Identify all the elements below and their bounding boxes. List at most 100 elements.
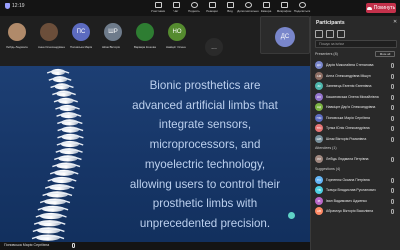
mic-icon (391, 157, 394, 162)
participant-name: Ткачук Владислав Русланович (326, 188, 376, 192)
mic-icon (391, 94, 394, 100)
vertebra (60, 140, 80, 148)
vertebra (59, 104, 76, 112)
participant-name: Дарія Миколаївна Степанова (326, 63, 374, 67)
participant-name: Шпак Вікторія (102, 45, 120, 49)
vertebra (51, 176, 73, 184)
section-label: Attendees (1) (315, 146, 337, 150)
mic-icon (391, 84, 394, 89)
participant-row[interactable]: ІВ Іван Вадимович Адженко (315, 196, 397, 206)
vertebra (59, 148, 79, 155)
participant-name: Поповська Марія Сергіївна (326, 115, 370, 120)
share-invite-icon[interactable] (326, 30, 334, 38)
participant-row[interactable]: НД Навкіцит Дар'я Олександрівна (315, 103, 397, 112)
more-options-icon[interactable] (337, 30, 345, 38)
vertebra (39, 212, 63, 220)
participant-name: Лебідь Людмила Петрівна (326, 157, 369, 161)
toolbar-button-grid[interactable]: Вид (222, 1, 238, 15)
toolbar-label: Микрофон (276, 9, 292, 13)
participant-name: Варвара Кошова (134, 45, 156, 49)
participant-row[interactable]: ТВ Ткачук Владислав Русланович (315, 186, 397, 195)
share-icon (298, 2, 306, 8)
leave-label: Покинуть (373, 5, 396, 11)
add-people-icon[interactable] (315, 30, 323, 38)
avatar: ТЮ (315, 124, 323, 132)
participant-row[interactable]: ПМ Поповська Марія Сергіївна (315, 113, 397, 123)
toolbar-label: Участники (150, 9, 166, 13)
avatar (8, 23, 26, 41)
video-tile[interactable]: ПС Поповська Марія (70, 18, 92, 52)
close-icon[interactable]: ✕ (393, 19, 397, 25)
mic-icon (391, 115, 394, 121)
camera-icon (262, 2, 270, 8)
timer-text: 12:19 (12, 3, 25, 9)
toolbar-label: Реакции (206, 9, 218, 13)
video-tile[interactable]: Варвара Кошова (134, 18, 156, 52)
participant-name: Горпенюк Оксана Петрівна (326, 177, 370, 182)
vertebra (60, 112, 78, 119)
avatar (136, 23, 154, 41)
vertebra (46, 191, 69, 198)
toolbar-button-people[interactable]: Участники (150, 1, 166, 15)
participant-row[interactable]: ГО Горпенюк Оксана Петрівна (315, 175, 397, 185)
participant-row[interactable]: КО Кашатовська Олена Михайлівна (315, 92, 397, 102)
toolbar-button-share[interactable]: Поделиться (294, 1, 310, 15)
section-header[interactable]: Attendees (1) (315, 146, 337, 150)
more-participants-button[interactable]: ... (205, 38, 223, 56)
mic-icon (391, 209, 394, 214)
avatar: ШР (104, 23, 122, 41)
reaction-indicator[interactable] (288, 212, 295, 219)
participant-row[interactable]: АВ Абрамчук Вікторія Василівна (315, 207, 397, 216)
emoji-icon (208, 2, 216, 8)
toolbar-label: Поделиться (293, 9, 311, 13)
participant-row[interactable]: ТЮ Тулка Юлія Олександрівна (315, 124, 397, 133)
participant-name: Кашатовська Олена Михайлівна (326, 94, 379, 99)
video-tile[interactable]: Анна Олександрівна (38, 18, 65, 52)
video-tile[interactable]: ШР Шпак Вікторія (102, 18, 124, 52)
leave-button[interactable]: Покинуть (366, 3, 396, 13)
speaker-tile[interactable]: ДС (260, 16, 310, 54)
avatar: АМ (315, 71, 323, 80)
video-tile[interactable]: Лебідь Людмила (6, 18, 28, 52)
toolbar-button-emoji[interactable]: Реакции (204, 1, 220, 15)
toolbar-button-camera[interactable]: Камера (258, 1, 274, 15)
mic-icon (391, 177, 394, 183)
toolbar-button-chat[interactable]: Чат (168, 1, 184, 15)
slide-text-line: advanced artificial limbs that (132, 98, 278, 112)
participant-row[interactable]: АМ Анна Олександрівна Мішун (315, 71, 397, 81)
mute-all-button[interactable]: Mute all (375, 51, 395, 57)
toolbar-button-mic[interactable]: Микрофон (276, 1, 292, 15)
vertebra (49, 184, 71, 191)
avatar: ЛЛ (315, 155, 323, 163)
section-header[interactable]: Suggestions (4) (315, 167, 340, 171)
participant-row[interactable]: ШВ Шпак Вікторія Романівна (315, 134, 397, 144)
vertebra (61, 126, 80, 133)
participant-row[interactable]: ЛЛ Лебідь Людмила Петрівна (315, 155, 397, 164)
toolbar-tools: Участники Чат Поднять Реакции Вид Дополнитель… (150, 1, 310, 15)
participant-name: Лебідь Людмила (6, 45, 28, 49)
participant-name: Шпак Вікторія Романівна (326, 136, 367, 141)
video-tile[interactable]: НО Навіцкіт Олена (166, 18, 188, 52)
participant-name: Іван Вадимович Адженко (326, 198, 368, 203)
avatar: ПМ (315, 113, 323, 122)
section-header[interactable]: Presenters (8) Mute all (315, 51, 395, 57)
participant-row[interactable]: ДС Дарія Миколаївна Степанова (315, 61, 397, 70)
people-icon (154, 2, 162, 8)
panel-title: Participants (316, 20, 345, 26)
toolbar-label: Вид (227, 9, 233, 13)
vertebra (36, 234, 61, 241)
mic-icon (391, 126, 394, 131)
slide-text-line: allowing users to control their (129, 177, 281, 191)
participants-panel: Participants ✕ Пошук за ім'ям Presenters… (310, 16, 400, 250)
participant-name: Абрамчук Вікторія Василівна (326, 209, 374, 213)
avatar: ДС (315, 61, 323, 69)
toolbar-button-more[interactable]: Дополнительно (237, 1, 259, 15)
toolbar-button-hand[interactable]: Поднять (186, 1, 202, 15)
participant-row[interactable]: ЗК Заневець Евгенія Євгенівна (315, 82, 397, 91)
toolbar-label: Дополнительно (237, 9, 259, 13)
participant-name: Навкіцит Дар'я Олександрівна (326, 105, 376, 109)
participant-search-input[interactable]: Пошук за ім'ям (315, 40, 397, 48)
participant-name: Заневець Евгенія Євгенівна (326, 84, 372, 88)
avatar: ШВ (315, 134, 323, 143)
avatar: АВ (315, 207, 323, 215)
